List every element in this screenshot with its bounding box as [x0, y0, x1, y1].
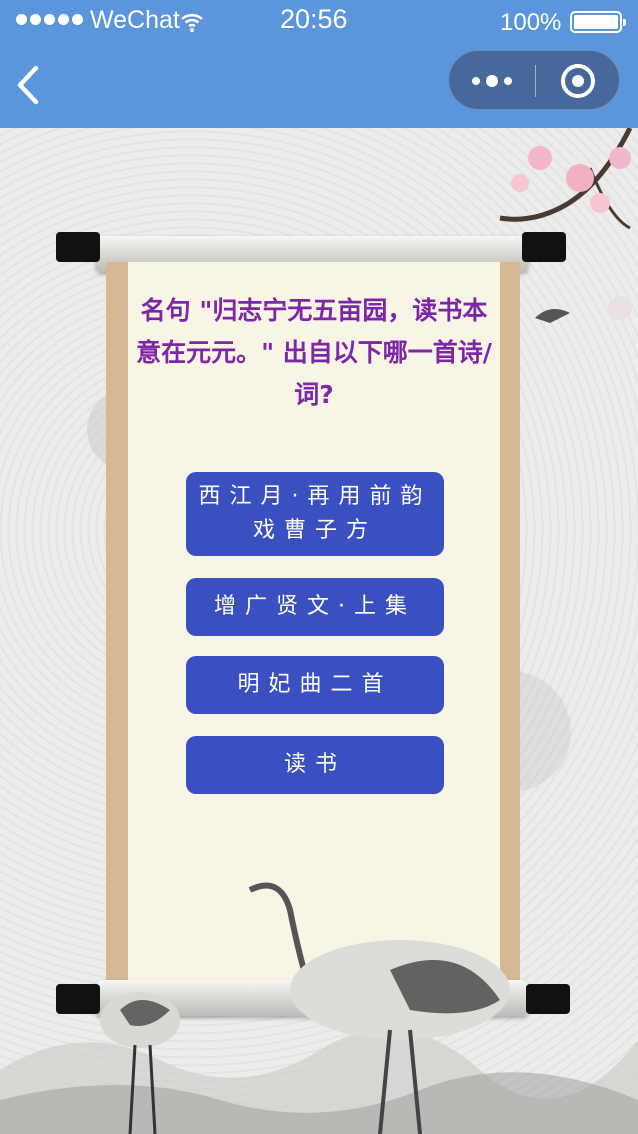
question-text: 名句 "归志宁无五亩园，读书本意在元元。" 出自以下哪一首诗/词?	[136, 296, 492, 409]
chevron-left-icon[interactable]	[10, 60, 50, 110]
option-2-label: 增广贤文·上集	[214, 594, 416, 619]
more-dots-icon[interactable]	[449, 51, 535, 111]
mini-program-capsule	[448, 50, 620, 110]
option-button-3[interactable]: 明妃曲二首	[186, 656, 444, 714]
option-3-label: 明妃曲二首	[237, 672, 393, 697]
option-1-line2: 戏曹子方	[252, 518, 377, 543]
signal-strength-icon	[16, 14, 83, 25]
scroll-top-knob-right	[522, 232, 566, 262]
battery-icon	[570, 11, 626, 33]
option-4-label: 读书	[283, 752, 346, 777]
target-close-icon[interactable]	[535, 51, 621, 111]
small-crane-illustration	[100, 992, 180, 1134]
option-1-line1: 西江月·再用前韵	[198, 484, 432, 509]
option-button-1[interactable]: 西江月·再用前韵 戏曹子方	[186, 472, 444, 556]
battery-percentage: 100%	[500, 9, 562, 36]
navigation-bar: WeChat 20:56 100%	[0, 0, 638, 128]
scroll-top-knob-left	[56, 232, 100, 262]
option-button-4[interactable]: 读书	[186, 736, 444, 794]
crane-illustration	[248, 882, 510, 1134]
wifi-icon	[181, 14, 203, 32]
clock: 20:56	[280, 4, 348, 34]
status-bar: WeChat 20:56 100%	[0, 0, 638, 44]
carrier-label: WeChat	[90, 6, 180, 34]
option-button-2[interactable]: 增广贤文·上集	[186, 578, 444, 636]
